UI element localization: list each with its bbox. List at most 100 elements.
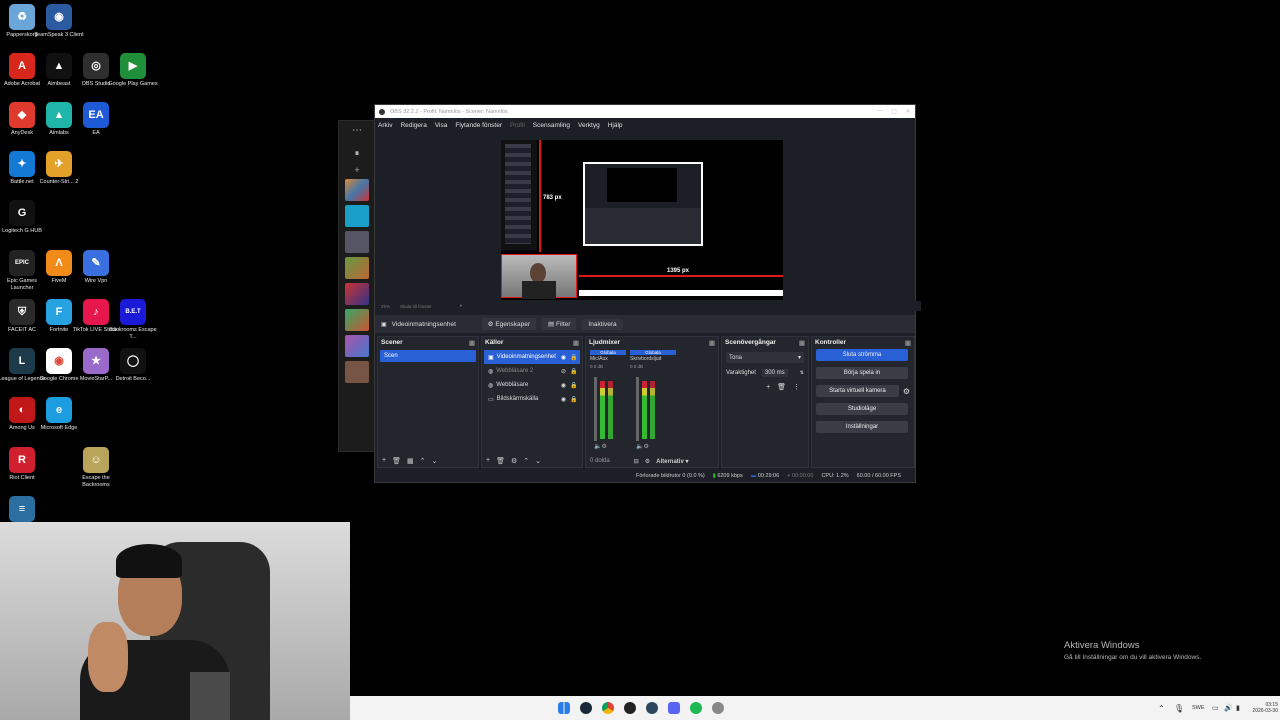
chevron-up-icon[interactable]: ⌃: [1158, 704, 1165, 713]
add-icon[interactable]: +: [486, 457, 490, 465]
lock-icon[interactable]: 🔒: [570, 396, 577, 403]
visibility-icon[interactable]: ⊘: [560, 368, 567, 375]
thumbnail[interactable]: [345, 309, 369, 331]
windows-start-icon[interactable]: [558, 702, 570, 714]
discord-icon[interactable]: [668, 702, 680, 714]
desktop-icon[interactable]: ☺ Escape the Backrooms: [70, 447, 122, 488]
desktop-icon[interactable]: G Logitech G HUB: [0, 200, 48, 235]
microphone-icon[interactable]: 🎙: [1174, 704, 1184, 713]
lock-icon[interactable]: 🔒: [570, 382, 577, 389]
thumbnail[interactable]: [345, 231, 369, 253]
preview-canvas[interactable]: 783 px 1395 px: [501, 140, 783, 300]
steam-icon[interactable]: [580, 702, 592, 714]
network-icon[interactable]: ▭: [1212, 704, 1219, 712]
desktop-icon[interactable]: ✈ Counter-Stri... 2: [33, 151, 85, 186]
dock-undock-icon[interactable]: ▣: [905, 339, 911, 347]
desktop-icon[interactable]: ◯ Detroit Beco...: [107, 348, 159, 383]
properties-button[interactable]: ⚙ Egenskaper: [481, 318, 537, 330]
dock-undock-icon[interactable]: ▣: [573, 339, 579, 347]
desktop-icon[interactable]: ✎ Wire Vpn: [70, 250, 122, 285]
filter-button[interactable]: ▤ Filter: [542, 318, 577, 330]
obs-icon[interactable]: [624, 702, 636, 714]
menu-item[interactable]: Redigera: [400, 122, 426, 129]
source-item[interactable]: ◍ Webbläsare ◉ 🔒: [484, 378, 580, 392]
chevron-down-icon[interactable]: ⌄: [535, 457, 541, 465]
settings-button[interactable]: Inställningar: [816, 421, 908, 433]
zoom-level[interactable]: 25%: [381, 304, 390, 309]
settings-icon[interactable]: [712, 702, 724, 714]
zoom-mode[interactable]: Skala till fönster: [400, 304, 432, 309]
thumbnail[interactable]: [345, 335, 369, 357]
stepper-icon[interactable]: ⇅: [800, 370, 804, 376]
thumbnail[interactable]: [345, 257, 369, 279]
speaker-icon[interactable]: 🔈⚙: [594, 443, 607, 450]
menu-item[interactable]: Arkiv: [378, 122, 392, 129]
menu-item[interactable]: Flytande fönster: [455, 122, 502, 129]
transition-select[interactable]: Tona ▾: [726, 352, 804, 363]
filter-icon[interactable]: ▦: [407, 457, 414, 465]
maximize-button[interactable]: ▢: [887, 108, 901, 115]
trash-icon[interactable]: 🗑: [392, 457, 401, 465]
start-virtual-camera-button[interactable]: Starta virtuell kamera: [816, 385, 899, 397]
stop-streaming-button[interactable]: Sluta strömma: [816, 349, 908, 361]
more-icon[interactable]: ⋮: [793, 384, 800, 391]
menu-item[interactable]: Hjälp: [608, 122, 623, 129]
volume-icon[interactable]: 🔊: [1224, 704, 1233, 712]
add-icon[interactable]: +: [766, 384, 770, 391]
source-item[interactable]: ◍ Webbläsare 2 ⊘ 🔒: [484, 364, 580, 378]
volume-slider[interactable]: [594, 377, 597, 441]
duration-input[interactable]: 300 ms: [761, 369, 788, 377]
gear-icon[interactable]: ⚙: [511, 457, 517, 465]
speaker-icon[interactable]: 🔈⚙: [636, 443, 649, 450]
clock[interactable]: 03:15 2026-03-30: [1238, 702, 1278, 714]
menu-item[interactable]: Visa: [435, 122, 448, 129]
chevron-up-icon[interactable]: ⌃: [420, 457, 426, 465]
menu-item[interactable]: Verktyg: [578, 122, 600, 129]
desktop-icon[interactable]: e Microsoft Edge: [33, 397, 85, 432]
trash-icon[interactable]: 🗑: [496, 457, 505, 465]
thumbnail[interactable]: [345, 361, 369, 383]
thumbnail[interactable]: [345, 205, 369, 227]
webcam-source[interactable]: [501, 254, 577, 299]
options-button[interactable]: Alternativ ▾: [656, 458, 688, 465]
close-button[interactable]: ✕: [901, 108, 915, 115]
menu-item[interactable]: Scensamling: [533, 122, 570, 129]
dock-undock-icon[interactable]: ▣: [709, 339, 715, 347]
deactivate-button[interactable]: Inaktivera: [582, 318, 623, 330]
desktop-icon[interactable]: ≡: [0, 496, 48, 524]
language-indicator[interactable]: SWE: [1192, 705, 1205, 711]
desktop-icon[interactable]: EA EA: [70, 102, 122, 137]
volume-slider[interactable]: [636, 377, 639, 441]
chrome-icon[interactable]: [602, 702, 614, 714]
gear-icon[interactable]: ⚙: [645, 458, 650, 465]
lock-icon[interactable]: 🔒: [570, 368, 577, 375]
desktop-icon[interactable]: ◉ TeamSpeak 3 Client: [33, 4, 85, 39]
visibility-icon[interactable]: ◉: [560, 354, 567, 361]
source-item[interactable]: ▣ Videoinmatningsenhet ◉ 🔒: [484, 350, 580, 364]
dock-undock-icon[interactable]: ▣: [469, 339, 475, 347]
dock-undock-icon[interactable]: ▣: [799, 339, 805, 347]
layout-icon[interactable]: ⊟: [634, 458, 639, 465]
source-item[interactable]: ▭ Bildskärmskälla ◉ 🔒: [484, 392, 580, 406]
thumbnail[interactable]: [345, 283, 369, 305]
steam-icon[interactable]: [646, 702, 658, 714]
menu-item[interactable]: Profil: [510, 122, 525, 129]
more-icon[interactable]: ⋯: [339, 125, 375, 136]
lock-icon[interactable]: 🔒: [570, 354, 577, 361]
preview-area[interactable]: 783 px 1395 px: [375, 133, 915, 301]
start-recording-button[interactable]: Börja spela in: [816, 367, 908, 379]
visibility-icon[interactable]: ◉: [560, 382, 567, 389]
gear-icon[interactable]: ⚙: [903, 387, 910, 396]
desktop-icon[interactable]: R Riot Client: [0, 447, 48, 482]
trash-icon[interactable]: 🗑: [777, 384, 786, 391]
thumbnail[interactable]: [345, 179, 369, 201]
chevron-down-icon[interactable]: ▾: [460, 303, 462, 309]
visibility-icon[interactable]: ◉: [560, 396, 567, 403]
chevron-up-icon[interactable]: ⌃: [523, 457, 529, 465]
desktop-icon[interactable]: B.E.T Backrooms Escape T...: [107, 299, 159, 340]
add-icon[interactable]: +: [339, 165, 375, 175]
add-icon[interactable]: +: [382, 457, 386, 465]
chevron-down-icon[interactable]: ⌄: [431, 457, 437, 465]
pause-icon[interactable]: ⏸: [339, 148, 375, 159]
scene-item[interactable]: Scen: [380, 350, 476, 362]
